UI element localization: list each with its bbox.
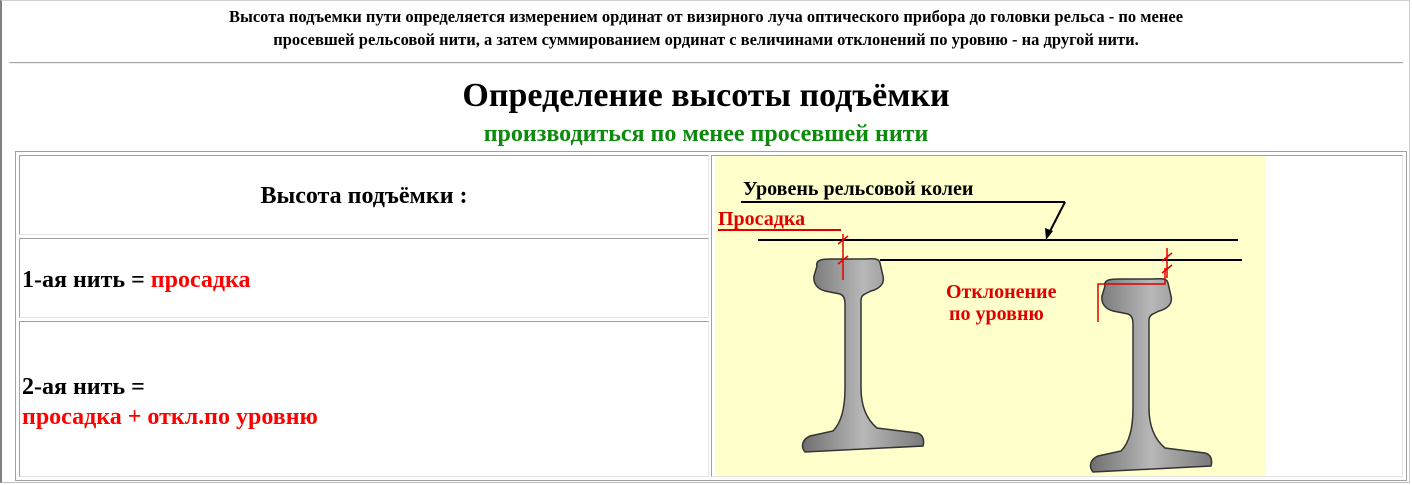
row-2-prefix: 2-ая нить = bbox=[22, 374, 145, 400]
row-1-prefix: 1-ая нить = bbox=[22, 267, 151, 293]
horizontal-rule bbox=[9, 62, 1403, 64]
table-header: Высота подъёмки : bbox=[260, 183, 468, 209]
deviation-label-line-1: Отклонение bbox=[946, 281, 1057, 303]
intro-line-1: Высота подъемки пути определяется измере… bbox=[228, 7, 1184, 26]
page-subtitle: производиться по менее просевшей нити bbox=[483, 121, 929, 147]
intro-line-2: просевшей рельсовой нити, а затем суммир… bbox=[273, 30, 1139, 49]
table-row-2: 2-ая нить = просадка + откл.по уровню bbox=[22, 372, 318, 432]
table-row-1: 1-ая нить = просадка bbox=[22, 265, 251, 295]
rail-lift-diagram: Уровень рельсовой колеи Просадка Отклоне… bbox=[715, 156, 1266, 476]
row-1-value: просадка bbox=[150, 267, 251, 293]
row-2-value: просадка + откл.по уровню bbox=[22, 404, 318, 430]
sag-label: Просадка bbox=[718, 208, 805, 230]
level-label: Уровень рельсовой колеи bbox=[743, 178, 973, 200]
deviation-label-line-2: по уровню bbox=[949, 303, 1044, 325]
intro-text: Высота подъемки пути определяется измере… bbox=[30, 5, 1382, 51]
page-title: Определение высоты подъёмки bbox=[462, 77, 950, 114]
